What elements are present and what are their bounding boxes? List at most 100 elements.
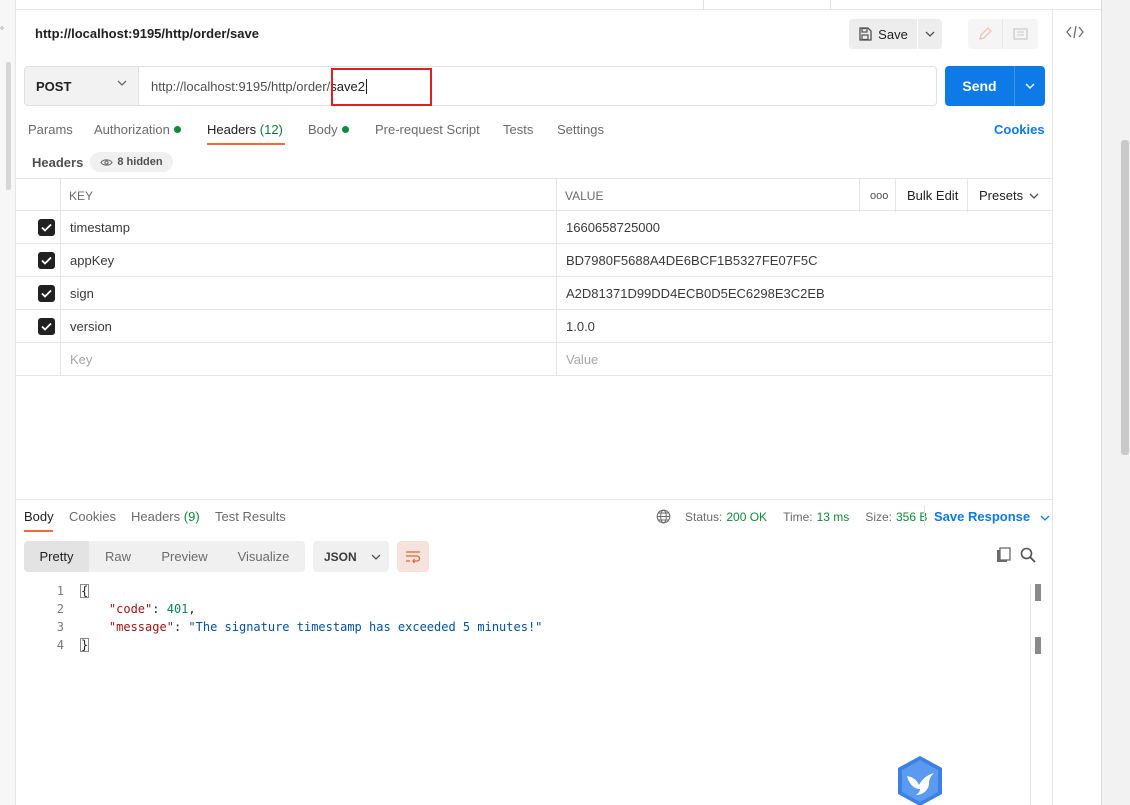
size-value[interactable]: 356 B [896, 510, 927, 524]
save-options-button[interactable] [918, 19, 942, 49]
bird-logo-icon[interactable] [893, 754, 947, 805]
size-label: Size: [865, 509, 892, 524]
line-number: 4 [56, 638, 64, 652]
check-icon [41, 223, 52, 232]
header-key[interactable]: appKey [70, 244, 114, 277]
tab-pre-request-script[interactable]: Pre-request Script [375, 122, 480, 137]
hidden-count: 8 hidden [117, 156, 163, 168]
header-value[interactable]: BD7980F5688A4DE6BCF1B5327FE07F5C [566, 244, 817, 277]
tab-params[interactable]: Params [28, 122, 73, 137]
format-label: JSON [324, 549, 357, 564]
view-raw-button[interactable]: Raw [89, 541, 147, 572]
headers-section-label: Headers [32, 155, 84, 170]
tab-settings[interactable]: Settings [557, 122, 604, 137]
header-key[interactable]: sign [70, 277, 94, 310]
request-title[interactable]: http://localhost:9195/http/order/save [35, 26, 259, 41]
new-key-input[interactable]: Key [70, 343, 92, 376]
json-number: 401 [166, 602, 189, 616]
tab-label: Body [308, 122, 338, 137]
send-button[interactable]: Send [945, 66, 1014, 106]
send-options-button[interactable] [1014, 66, 1045, 106]
json-key: "code" [108, 602, 153, 616]
chevron-down-icon [1040, 515, 1050, 521]
tab-separator [830, 0, 831, 10]
header-value[interactable]: 1660658725000 [566, 211, 660, 244]
tab-count: (9) [183, 509, 200, 524]
response-tab-test-results[interactable]: Test Results [215, 509, 286, 524]
save-response-button[interactable]: Save Response [934, 509, 1050, 524]
bulk-edit-button[interactable]: Bulk Edit [907, 179, 958, 212]
time-label: Time: [783, 509, 813, 524]
line-number: 1 [56, 584, 64, 598]
new-value-input[interactable]: Value [566, 343, 598, 376]
search-icon[interactable] [1020, 547, 1036, 563]
globe-icon[interactable] [656, 509, 671, 524]
tab-label: Authorization [94, 122, 170, 137]
response-tab-cookies[interactable]: Cookies [69, 509, 116, 524]
wrap-icon [406, 550, 421, 563]
table-row: sign A2D81371D99DD4ECB0D5EC6298E3C2EB [16, 277, 1052, 310]
editor-gutter-line [1030, 584, 1031, 805]
save-icon [859, 27, 872, 41]
table-row: version 1.0.0 [16, 310, 1052, 343]
table-row: timestamp 1660658725000 [16, 211, 1052, 244]
table-row: appKey BD7980F5688A4DE6BCF1B5327FE07F5C [16, 244, 1052, 277]
method-label: POST [36, 78, 72, 94]
top-tab-strip [16, 0, 1101, 10]
active-tab-indicator [207, 143, 285, 145]
docs-button[interactable] [1003, 19, 1038, 49]
right-context-bar [1052, 10, 1101, 805]
chevron-down-icon [1025, 83, 1035, 89]
tab-headers[interactable]: Headers (12) [207, 122, 283, 137]
method-select[interactable]: POST [24, 66, 139, 106]
line-number: 3 [56, 620, 64, 634]
format-select[interactable]: JSON [313, 541, 389, 572]
view-pretty-button[interactable]: Pretty [24, 541, 89, 572]
header-key[interactable]: version [70, 310, 112, 343]
wrap-lines-button[interactable] [397, 541, 429, 572]
response-divider[interactable] [16, 499, 1052, 500]
tab-count: (12) [259, 122, 283, 137]
row-checkbox[interactable] [38, 219, 55, 236]
document-icon [1013, 28, 1028, 40]
response-tab-headers[interactable]: Headers (9) [131, 509, 200, 524]
row-checkbox[interactable] [38, 285, 55, 302]
divider [924, 506, 925, 526]
tab-body[interactable]: Body [308, 122, 349, 137]
cookies-link[interactable]: Cookies [994, 122, 1045, 137]
header-key[interactable]: timestamp [70, 211, 130, 244]
tab-label: Headers [207, 122, 257, 137]
tab-authorization[interactable]: Authorization [94, 122, 181, 137]
status-value[interactable]: 200 OK [726, 510, 767, 524]
table-header-row: KEY VALUE ooo Bulk Edit Presets [16, 178, 1052, 212]
window-scrollbar[interactable] [1121, 140, 1129, 455]
response-meta: Status: 200 OK Time: 13 ms Size: 356 B [656, 509, 927, 524]
table-row-new: Key Value [16, 343, 1052, 376]
edit-button[interactable] [968, 19, 1003, 49]
hidden-headers-toggle[interactable]: 8 hidden [90, 152, 173, 172]
time-value[interactable]: 13 ms [817, 510, 850, 524]
left-scrollbar[interactable] [6, 62, 11, 190]
header-value[interactable]: A2D81371D99DD4ECB0D5EC6298E3C2EB [566, 277, 825, 310]
row-checkbox[interactable] [38, 318, 55, 335]
tab-tests[interactable]: Tests [503, 122, 533, 137]
column-header-value: VALUE [565, 188, 604, 203]
more-options-button[interactable]: ooo [870, 179, 888, 212]
check-icon [41, 256, 52, 265]
presets-dropdown[interactable]: Presets [979, 179, 1039, 212]
view-visualize-button[interactable]: Visualize [222, 541, 305, 572]
json-close-brace: } [80, 638, 90, 652]
header-value[interactable]: 1.0.0 [566, 310, 595, 343]
response-tab-body[interactable]: Body [24, 509, 54, 524]
chevron-down-icon [117, 80, 127, 86]
editor-scroll-marker[interactable] [1035, 584, 1041, 601]
status-dot [173, 126, 181, 133]
chevron-down-icon [1029, 193, 1039, 199]
save-button[interactable]: Save [849, 19, 917, 49]
code-snippet-icon[interactable] [1066, 24, 1088, 44]
row-checkbox[interactable] [38, 252, 55, 269]
copy-icon[interactable] [996, 547, 1012, 563]
tab-separator [703, 0, 704, 10]
view-preview-button[interactable]: Preview [147, 541, 222, 572]
editor-scroll-marker[interactable] [1035, 637, 1041, 654]
